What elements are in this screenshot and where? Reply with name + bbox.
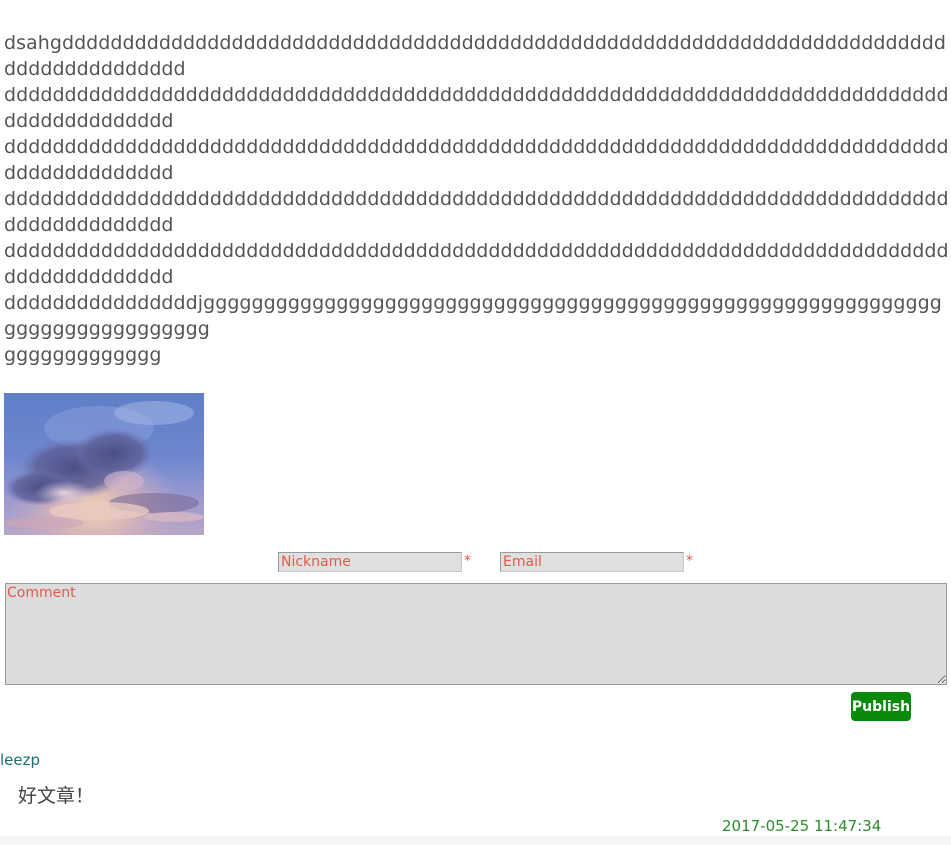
comment-text: 好文章！ <box>18 785 95 807</box>
email-input[interactable] <box>500 552 684 572</box>
article-paragraph: dddddddddddddddddddddddddddddddddddddddd… <box>4 136 949 184</box>
comment-textarea[interactable] <box>5 583 947 685</box>
article-paragraph: dsahgddddddddddddddddddddddddddddddddddd… <box>4 32 947 80</box>
article-body: dsahgddddddddddddddddddddddddddddddddddd… <box>4 30 949 368</box>
sky-clouds-image <box>4 393 204 535</box>
page-footer-bar <box>0 836 951 845</box>
email-required-mark: * <box>686 553 693 569</box>
article-paragraph: dddddddddddddddddddddddddddddddddddddddd… <box>4 240 949 288</box>
article-paragraph: dddddddddddddddddddddddddddddddddddddddd… <box>4 84 949 132</box>
nickname-required-mark: * <box>464 553 471 569</box>
article-paragraph: ddddddddddddddddjggggggggggggggggggggggg… <box>4 292 942 340</box>
article-paragraph: dddddddddddddddddddddddddddddddddddddddd… <box>4 188 949 236</box>
comment-form-fields: * * <box>0 552 951 574</box>
publish-button[interactable]: Publish <box>851 692 911 721</box>
nickname-input[interactable] <box>278 552 462 572</box>
article-paragraph: ggggggggggggg <box>4 344 162 366</box>
comment-timestamp: 2017-05-25 11:47:34 <box>722 817 882 835</box>
comment-author[interactable]: leezp <box>0 751 40 769</box>
